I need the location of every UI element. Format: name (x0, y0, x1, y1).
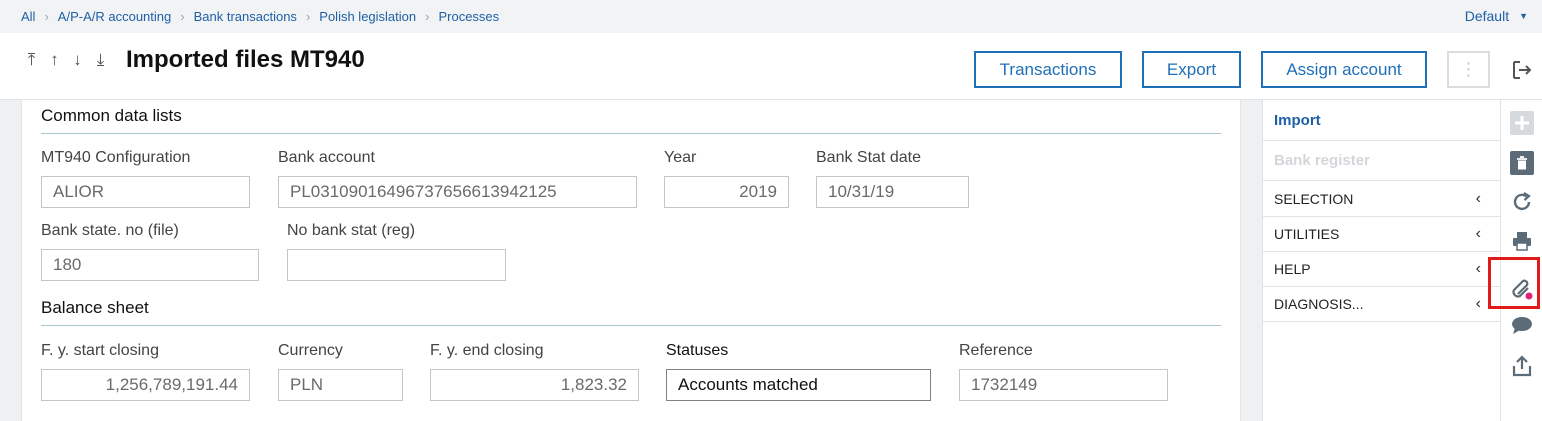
breadcrumb-bank-transactions[interactable]: Bank transactions (194, 9, 297, 24)
chevron-right-icon: › (180, 9, 185, 24)
reference-field[interactable]: 1732149 (959, 369, 1168, 401)
year-label: Year (664, 149, 697, 166)
chevron-left-icon: ‹ (1475, 295, 1481, 312)
statuses-label: Statuses (666, 342, 729, 359)
form-card: Common data lists MT940 Configuration AL… (21, 100, 1241, 421)
year-field[interactable]: 2019 (664, 176, 789, 208)
menu-help-label: HELP (1274, 261, 1311, 277)
section-title-common: Common data lists (41, 106, 182, 125)
menu-selection[interactable]: SELECTION ‹ (1263, 181, 1501, 217)
menu-utilities[interactable]: UTILITIES ‹ (1263, 217, 1501, 252)
chevron-right-icon: › (305, 9, 311, 24)
vertical-dots-icon: ⋮ (1459, 59, 1478, 79)
chevron-left-icon: ‹ (1475, 189, 1481, 207)
transactions-button[interactable]: Transactions (974, 51, 1122, 88)
menu-help[interactable]: HELP ‹ (1263, 252, 1501, 287)
breadcrumb-all[interactable]: All (21, 9, 35, 24)
breadcrumb-processes[interactable]: Processes (438, 9, 499, 24)
mt940-config-label: MT940 Configuration (41, 149, 191, 166)
assign-account-button[interactable]: Assign account (1261, 51, 1427, 88)
currency-field[interactable]: PLN (278, 369, 403, 401)
chevron-right-icon: › (44, 9, 49, 24)
bank-account-field[interactable]: PL03109016496737656613942125 (278, 176, 637, 208)
breadcrumb: All › A/P-A/R accounting › Bank transact… (0, 0, 1542, 33)
caret-down-icon: ▼ (1519, 11, 1528, 21)
import-action[interactable]: Import (1263, 100, 1501, 141)
default-label: Default (1464, 8, 1510, 24)
section-divider (41, 133, 1221, 134)
bank-stat-date-label: Bank Stat date (816, 149, 921, 166)
chevron-left-icon: ‹ (1475, 225, 1481, 242)
fy-start-closing-field[interactable]: 1,256,789,191.44 (41, 369, 250, 401)
record-navigation: ⤒ ↑ ↓ ⤓ (23, 50, 109, 70)
plus-icon[interactable] (1510, 111, 1534, 135)
last-record-icon[interactable]: ⤓ (92, 50, 109, 70)
page-title: Imported files MT940 (126, 46, 365, 73)
default-dashboard-menu[interactable]: Default ▼ (1465, 8, 1528, 24)
more-actions-button[interactable]: ⋮ (1447, 51, 1490, 88)
fy-end-closing-field[interactable]: 1,823.32 (430, 369, 639, 401)
statuses-field[interactable]: Accounts matched (666, 369, 931, 401)
import-label: Import (1274, 111, 1321, 129)
trash-icon[interactable] (1510, 151, 1534, 175)
previous-record-icon[interactable]: ↑ (46, 50, 63, 70)
no-bank-stat-field[interactable] (287, 249, 506, 281)
bank-stat-date-field[interactable]: 10/31/19 (816, 176, 969, 208)
refresh-icon[interactable] (1510, 190, 1534, 214)
fy-start-closing-label: F. y. start closing (41, 342, 159, 359)
breadcrumb-polish-legislation[interactable]: Polish legislation (319, 9, 416, 24)
no-bank-stat-label: No bank stat (reg) (287, 222, 416, 239)
chevron-right-icon: › (425, 9, 430, 24)
print-icon[interactable] (1510, 229, 1534, 253)
actions-panel: Import Bank register SELECTION ‹ UTILITI… (1262, 100, 1501, 421)
exit-icon[interactable] (1511, 59, 1533, 81)
mt940-config-field[interactable]: ALIOR (41, 176, 250, 208)
bank-state-no-label: Bank state. no (file) (41, 222, 179, 239)
first-record-icon[interactable]: ⤒ (23, 50, 40, 70)
menu-utilities-label: UTILITIES (1274, 226, 1340, 242)
section-title-balance: Balance sheet (41, 298, 149, 317)
share-icon[interactable] (1510, 354, 1534, 378)
bank-state-no-field[interactable]: 180 (41, 249, 259, 281)
comment-icon[interactable] (1510, 313, 1534, 337)
bank-register-label: Bank register (1274, 152, 1370, 169)
bank-account-label: Bank account (278, 149, 375, 166)
attachment-highlight (1488, 257, 1540, 309)
currency-label: Currency (278, 342, 343, 359)
menu-diagnosis[interactable]: DIAGNOSIS... ‹ (1263, 287, 1501, 322)
menu-diagnosis-label: DIAGNOSIS... (1274, 296, 1364, 312)
export-button[interactable]: Export (1142, 51, 1241, 88)
next-record-icon[interactable]: ↓ (69, 50, 86, 70)
chevron-left-icon: ‹ (1475, 260, 1481, 277)
section-divider (41, 325, 1221, 326)
breadcrumb-ap-ar-accounting[interactable]: A/P-A/R accounting (58, 9, 171, 24)
bank-register-action: Bank register (1263, 141, 1501, 181)
fy-end-closing-label: F. y. end closing (430, 342, 544, 359)
reference-label: Reference (959, 342, 1033, 359)
menu-selection-label: SELECTION (1274, 190, 1354, 207)
page-header: ⤒ ↑ ↓ ⤓ Imported files MT940 Transaction… (0, 33, 1542, 100)
